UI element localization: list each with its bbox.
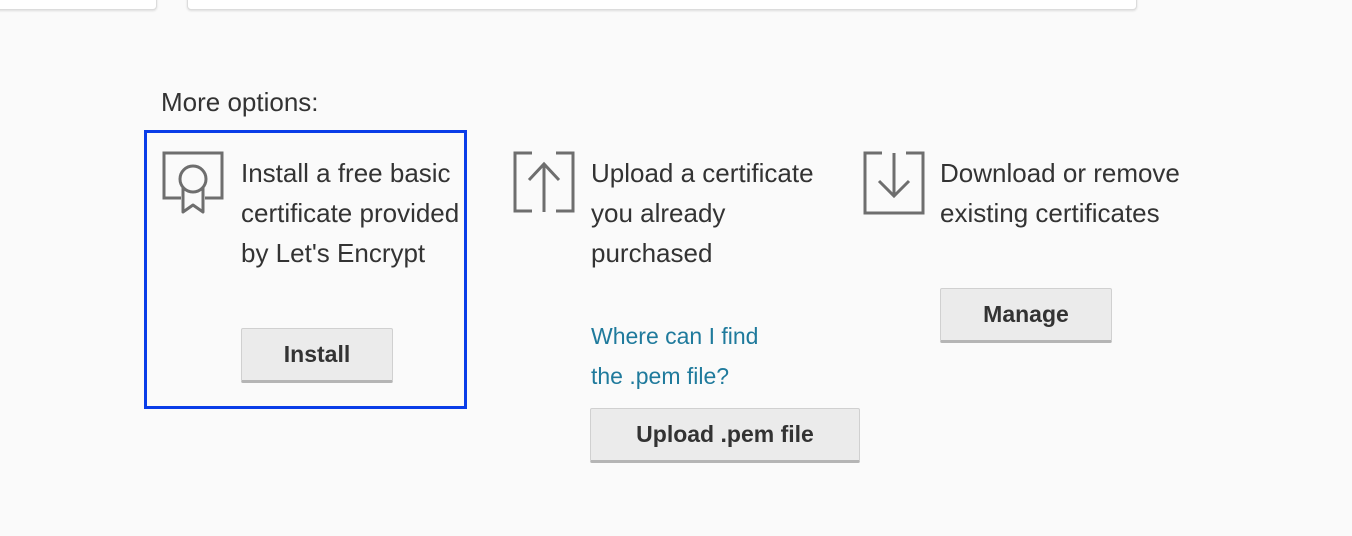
section-title: More options:	[161, 87, 319, 117]
upload-arrow-icon	[512, 150, 576, 216]
upload-pem-file-button[interactable]: Upload .pem file	[590, 408, 860, 463]
download-arrow-icon	[862, 150, 926, 216]
option-manage-certificates: Download or remove existing certificates…	[862, 150, 1182, 350]
upload-description: Upload a certificate you already purchas…	[591, 158, 814, 268]
install-button[interactable]: Install	[241, 328, 393, 383]
option-install-certificate: Install a free basic certificate provide…	[144, 130, 467, 409]
certificate-ribbon-icon	[161, 150, 225, 216]
top-card-left	[0, 0, 157, 10]
install-description: Install a free basic certificate provide…	[241, 158, 460, 268]
top-card-right	[187, 0, 1137, 10]
pem-file-help-link[interactable]: Where can I find the .pem file?	[591, 316, 791, 396]
manage-button[interactable]: Manage	[940, 288, 1112, 343]
manage-description: Download or remove existing certificates	[940, 158, 1180, 228]
option-upload-certificate: Upload a certificate you already purchas…	[512, 150, 872, 470]
